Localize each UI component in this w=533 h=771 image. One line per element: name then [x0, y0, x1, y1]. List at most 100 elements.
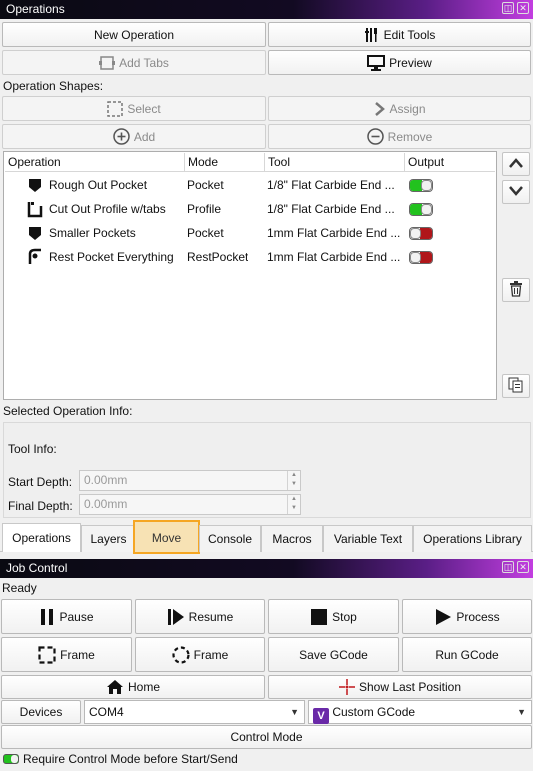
devices-button[interactable]: Devices: [1, 700, 81, 724]
table-row[interactable]: Smaller Pockets Pocket 1mm Flat Carbide …: [5, 221, 495, 245]
float-window-icon[interactable]: ◫: [502, 2, 514, 14]
output-toggle-on[interactable]: [409, 179, 433, 192]
operation-shapes-label: Operation Shapes:: [3, 79, 104, 93]
home-button[interactable]: Home: [1, 675, 265, 699]
operation-info-panel: Tool Info: Start Depth: 0.00mm ▲ ▼ Final …: [3, 422, 531, 518]
play-icon: [434, 608, 452, 626]
monitor-icon: [367, 54, 386, 71]
preview-button[interactable]: Preview: [268, 50, 531, 75]
operation-tool: 1/8" Flat Carbide End ...: [267, 178, 395, 192]
table-row[interactable]: Rest Pocket Everything RestPocket 1mm Fl…: [5, 245, 495, 269]
assign-button[interactable]: Assign: [268, 96, 531, 121]
minus-circle-icon: [366, 128, 384, 145]
final-depth-input[interactable]: 0.00mm ▲ ▼: [79, 494, 301, 515]
start-depth-stepper[interactable]: ▲ ▼: [287, 471, 300, 490]
column-mode[interactable]: Mode: [185, 153, 265, 172]
table-row[interactable]: Rough Out Pocket Pocket 1/8" Flat Carbid…: [5, 173, 495, 197]
operation-tool: 1mm Flat Carbide End ...: [267, 250, 401, 264]
pocket-icon: [27, 173, 43, 197]
chevron-right-icon: [373, 101, 386, 117]
frame-rect-icon: [38, 645, 56, 664]
tab-macros[interactable]: Macros: [261, 525, 323, 552]
tab-operations-library[interactable]: Operations Library: [413, 525, 532, 552]
remove-button[interactable]: Remove: [268, 124, 531, 149]
operation-mode: Pocket: [187, 226, 224, 240]
port-select[interactable]: COM4 ▼: [84, 700, 305, 724]
operation-name: Cut Out Profile w/tabs: [49, 202, 166, 216]
new-operation-button[interactable]: New Operation: [2, 22, 266, 47]
show-last-position-button[interactable]: Show Last Position: [268, 675, 532, 699]
output-toggle-off[interactable]: [409, 251, 433, 264]
operations-title: Operations: [6, 2, 65, 16]
add-button[interactable]: Add: [2, 124, 266, 149]
tab-console[interactable]: Console: [199, 525, 261, 552]
column-output[interactable]: Output: [405, 153, 497, 172]
operation-mode: Pocket: [187, 178, 224, 192]
final-depth-label: Final Depth:: [8, 499, 73, 513]
operation-tool: 1mm Flat Carbide End ...: [267, 226, 401, 240]
stop-button[interactable]: Stop: [268, 599, 399, 634]
plus-circle-icon: [113, 128, 130, 145]
require-control-mode-label: Require Control Mode before Start/Send: [23, 752, 238, 766]
profile-icon: [27, 197, 43, 221]
close-window-icon[interactable]: ✕: [517, 561, 529, 573]
close-window-icon[interactable]: ✕: [517, 2, 529, 14]
edit-tools-button[interactable]: Edit Tools: [268, 22, 531, 47]
output-toggle-on[interactable]: [409, 203, 433, 216]
frame-circle-icon: [172, 645, 190, 664]
frame-round-button[interactable]: Frame: [135, 637, 265, 672]
pocket-icon: [27, 221, 43, 245]
operation-name: Smaller Pockets: [49, 226, 136, 240]
final-depth-stepper[interactable]: ▲ ▼: [287, 495, 300, 514]
tab-variable-text[interactable]: Variable Text: [323, 525, 413, 552]
float-window-icon[interactable]: ◫: [502, 561, 514, 573]
select-button[interactable]: Select: [2, 96, 266, 121]
start-depth-input[interactable]: 0.00mm ▲ ▼: [79, 470, 301, 491]
add-tabs-icon: [99, 55, 116, 71]
output-toggle-off[interactable]: [409, 227, 433, 240]
column-operation[interactable]: Operation: [5, 153, 185, 172]
operations-titlebar: Operations ◫ ✕: [0, 0, 533, 19]
chevron-down-icon: ▼: [290, 707, 299, 717]
pause-icon: [39, 608, 55, 626]
select-dashed-icon: [107, 100, 124, 117]
control-mode-button[interactable]: Control Mode: [1, 725, 532, 749]
require-control-mode-toggle[interactable]: [3, 754, 19, 764]
tab-move[interactable]: Move: [133, 520, 200, 554]
home-icon: [106, 679, 124, 695]
save-gcode-button[interactable]: Save GCode: [268, 637, 399, 672]
pause-button[interactable]: Pause: [1, 599, 132, 634]
chevron-down-icon: ▼: [517, 707, 526, 717]
operation-tool: 1/8" Flat Carbide End ...: [267, 202, 395, 216]
table-row[interactable]: Cut Out Profile w/tabs Profile 1/8" Flat…: [5, 197, 495, 221]
move-down-button[interactable]: [502, 180, 530, 204]
start-depth-label: Start Depth:: [8, 475, 73, 489]
job-control-titlebar: Job Control ◫ ✕: [0, 559, 533, 578]
tool-info-label: Tool Info:: [8, 442, 57, 456]
job-control-title: Job Control: [6, 561, 68, 575]
add-tabs-button[interactable]: Add Tabs: [2, 50, 266, 75]
column-tool[interactable]: Tool: [265, 153, 405, 172]
operation-mode: Profile: [187, 202, 222, 216]
operation-mode: RestPocket: [187, 250, 249, 264]
process-button[interactable]: Process: [402, 599, 532, 634]
operations-table: Operation Mode Tool Output Rough Out Poc…: [3, 151, 497, 400]
copy-icon: [508, 377, 524, 396]
tab-operations[interactable]: Operations: [2, 523, 81, 552]
gcode-select[interactable]: V Custom GCode ▼: [308, 700, 532, 724]
copy-button[interactable]: [502, 374, 530, 398]
rest-pocket-icon: [27, 245, 43, 269]
selected-operation-info-label: Selected Operation Info:: [3, 404, 133, 418]
tools-icon: [364, 27, 380, 43]
frame-rect-button[interactable]: Frame: [1, 637, 132, 672]
operation-name: Rest Pocket Everything: [49, 250, 174, 264]
move-up-button[interactable]: [502, 152, 530, 176]
delete-button[interactable]: [502, 278, 530, 302]
resume-button[interactable]: Resume: [135, 599, 265, 634]
lightburn-logo-icon: V: [313, 708, 329, 724]
tab-layers[interactable]: Layers: [81, 525, 136, 552]
chevron-up-icon: [508, 157, 524, 172]
run-gcode-button[interactable]: Run GCode: [402, 637, 532, 672]
resume-icon: [167, 608, 185, 626]
stop-icon: [310, 608, 328, 626]
